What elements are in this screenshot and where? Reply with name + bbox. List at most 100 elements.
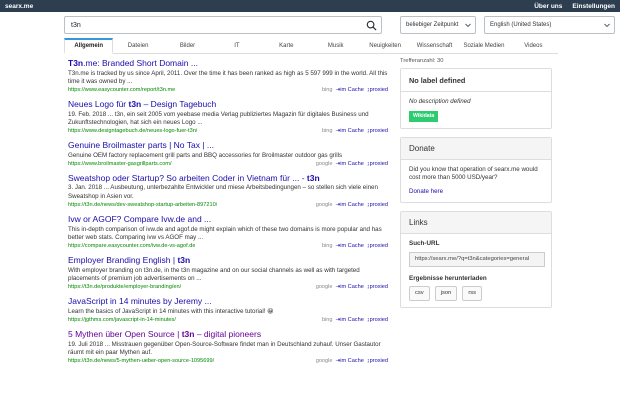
result-title-link[interactable]: T3n.me: Branded Short Domain ... [68,58,388,69]
result-url[interactable]: https://www.broilmaster-gasgrillparts.co… [68,161,172,167]
result-title-pre: JavaScript in 14 minutes by Jeremy ... [68,296,212,307]
search-input[interactable] [65,17,355,33]
result-snippet: Genuine OEM factory replacement grill pa… [68,151,343,159]
proxied-link[interactable]: ↨proxied [367,128,388,134]
cache-label: im Cache [340,128,364,135]
cache-link[interactable]: ⇥im Cache [336,243,364,249]
donate-text: Did you know that operation of searx.me … [409,165,538,182]
language-select[interactable]: English (United States) [484,16,615,34]
proxied-link[interactable]: ↨proxied [367,87,388,93]
proxied-link[interactable]: ↨proxied [367,317,388,323]
donate-panel: Donate Did you know that operation of se… [400,136,552,203]
download-label: Ergebnisse herunterladen [409,274,487,282]
result-engine: google [315,358,333,365]
proxied-link[interactable]: ↨proxied [367,358,388,364]
cache-link[interactable]: ⇥im Cache [336,202,364,208]
result-engine: bing [321,317,333,324]
rss-button[interactable]: rss [462,286,483,301]
search-box [64,16,382,34]
proxied-link[interactable]: ↨proxied [367,202,388,208]
result-title-pre: Neues Logo für [68,99,129,110]
cache-label: im Cache [340,202,364,209]
result-engine: google [315,160,333,167]
wikidata-button[interactable]: Wikidata [409,111,439,122]
proxied-link[interactable]: ↨proxied [367,284,388,290]
tab-soziale-medien[interactable]: Soziale Medien [459,38,508,53]
tab-dateien[interactable]: Dateien [113,38,162,53]
result-title-post: – Design Tagebuch [141,99,217,110]
result-meta: bing ⇥im Cache ↨proxied [322,243,388,249]
donate-link[interactable]: Donate here [409,188,543,197]
result-url-row: https://compare.easycounter.com/ivw.de-v… [68,242,388,250]
settings-link[interactable]: Einstellungen [572,3,615,10]
result-meta: google ⇥im Cache ↨proxied [316,202,388,208]
brand-link[interactable]: searx.me [5,3,33,10]
top-navbar: searx.me Über uns Einstellungen [0,0,620,12]
chevron-down-icon [604,22,610,28]
result-url[interactable]: https://jgthms.com/javascript-in-14-minu… [68,317,176,323]
result-item: Employer Branding English | t3n With empl… [68,255,388,291]
result-url-row: https://www.easycounter.com/report/t3n.m… [68,86,388,94]
result-title-link[interactable]: Neues Logo für t3n – Design Tagebuch [68,99,388,110]
proxied-label: proxied [369,160,388,167]
result-url[interactable]: https://www.designtagebuch.de/neues-logo… [68,128,197,134]
result-meta: google ⇥im Cache ↨proxied [316,358,388,364]
tab-wissenschaft[interactable]: Wissenschaft [410,38,459,53]
result-meta: google ⇥im Cache ↨proxied [316,284,388,290]
tab-allgemein[interactable]: Allgemein [64,38,114,54]
tab-karte[interactable]: Karte [262,38,311,53]
cache-link[interactable]: ⇥im Cache [336,128,364,134]
proxied-link[interactable]: ↨proxied [367,243,388,249]
result-title-link[interactable]: Ivw or AGOF? Compare Ivw.de and ... [68,214,388,225]
cache-link[interactable]: ⇥im Cache [336,358,364,364]
cache-label: im Cache [340,160,364,167]
search-icon[interactable] [366,20,377,31]
json-button[interactable]: json [434,286,458,301]
time-range-select[interactable]: beliebiger Zeitpunkt [400,16,476,34]
result-item: JavaScript in 14 minutes by Jeremy ... Le… [68,296,388,324]
result-url[interactable]: https://t3n.de/news/5-mythen-ueber-open-… [68,358,214,364]
cache-link[interactable]: ⇥im Cache [336,87,364,93]
cache-label: im Cache [340,284,364,291]
proxied-link[interactable]: ↨proxied [367,161,388,167]
cache-label: im Cache [340,87,364,94]
result-url[interactable]: https://t3n.de/news/dev-sweatshop-startu… [68,202,217,208]
result-url-row: https://jgthms.com/javascript-in-14-minu… [68,316,388,324]
tab-musik[interactable]: Musik [311,38,360,53]
result-title-link[interactable]: JavaScript in 14 minutes by Jeremy ... [68,296,388,307]
cache-link[interactable]: ⇥im Cache [336,161,364,167]
cache-link[interactable]: ⇥im Cache [336,284,364,290]
result-url[interactable]: https://compare.easycounter.com/ivw.de-v… [68,243,195,249]
result-title-link[interactable]: Sweatshop oder Startup? So arbeiten Code… [68,173,388,184]
about-link[interactable]: Über uns [534,3,562,10]
tab-it[interactable]: IT [212,38,261,53]
result-title-link[interactable]: Genuine Broilmaster parts | No Tax | ... [68,140,388,151]
result-snippet: This in-depth comparison of ivw.de and a… [68,225,382,241]
result-title-post: .me: Branded Short Domain ... [83,58,198,68]
result-item: Genuine Broilmaster parts | No Tax | ...… [68,140,388,168]
tab-neuigkeiten[interactable]: Neuigkeiten [360,38,409,53]
cache-link[interactable]: ⇥im Cache [336,317,364,323]
tab-videos[interactable]: Videos [509,38,558,53]
result-title-link[interactable]: 5 Mythen über Open Source | t3n – digita… [68,329,388,340]
result-engine: bing [321,128,333,135]
csv-button[interactable]: csv [409,286,430,301]
result-title-highlight: T3n [68,58,84,68]
tab-bilder[interactable]: Bilder [163,38,212,53]
search-url-field[interactable]: https://searx.me/?q=t3n&categories=gener… [409,251,545,267]
proxied-label: proxied [369,243,388,250]
category-tabs: Allgemein Dateien Bilder IT Karte Musik Neuigk… [64,38,558,54]
result-count: Trefferanzahl: 30 [400,58,444,64]
download-buttons: csv json rss [409,286,543,301]
result-url[interactable]: https://www.easycounter.com/report/t3n.m… [68,87,175,93]
result-title-pre: Genuine Broilmaster parts | No Tax | ... [68,140,214,151]
result-url-row: https://t3n.de/news/dev-sweatshop-startu… [68,201,388,209]
result-meta: bing ⇥im Cache ↨proxied [322,128,388,134]
result-title-pre: 5 Mythen über Open Source | [68,329,182,340]
result-title-post: – digital pioneers [194,329,262,340]
result-snippet: T3n.me is tracked by us since April, 201… [68,69,388,85]
result-title-link[interactable]: Employer Branding English | t3n [68,255,388,266]
result-snippet: With employer branding on t3n.de, in the… [68,266,360,282]
result-url[interactable]: https://t3n.de/produkte/employer-brandin… [68,284,181,290]
cache-label: im Cache [340,243,364,250]
